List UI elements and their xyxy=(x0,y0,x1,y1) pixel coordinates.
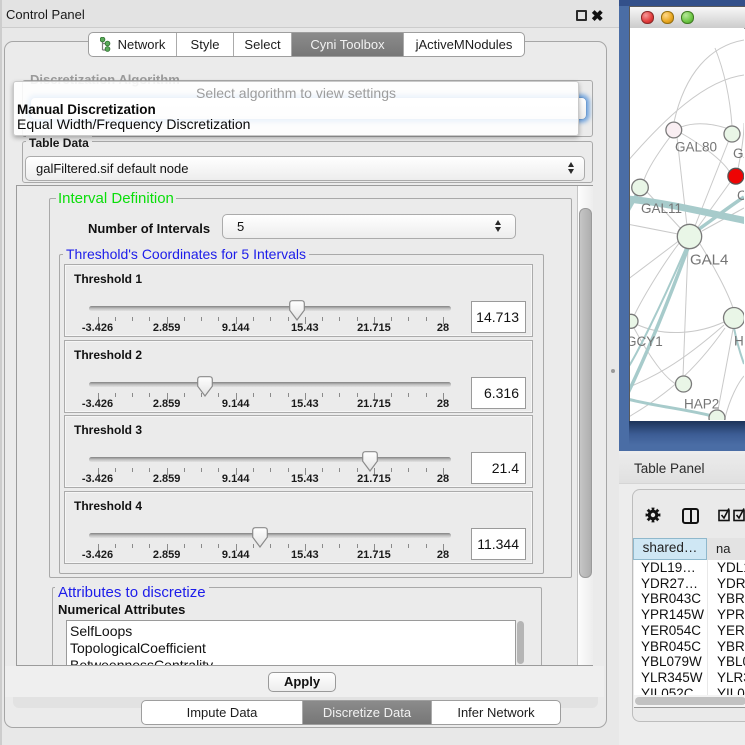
svg-text:GCY1: GCY1 xyxy=(630,334,663,349)
svg-text:GA: GA xyxy=(733,146,744,161)
svg-text:C: C xyxy=(737,188,744,203)
svg-text:GAL4: GAL4 xyxy=(690,252,728,269)
svg-text:HAP2: HAP2 xyxy=(684,397,719,412)
svg-text:GAL80: GAL80 xyxy=(675,140,717,155)
svg-text:GAL11: GAL11 xyxy=(641,201,682,216)
svg-text:H: H xyxy=(734,334,744,349)
